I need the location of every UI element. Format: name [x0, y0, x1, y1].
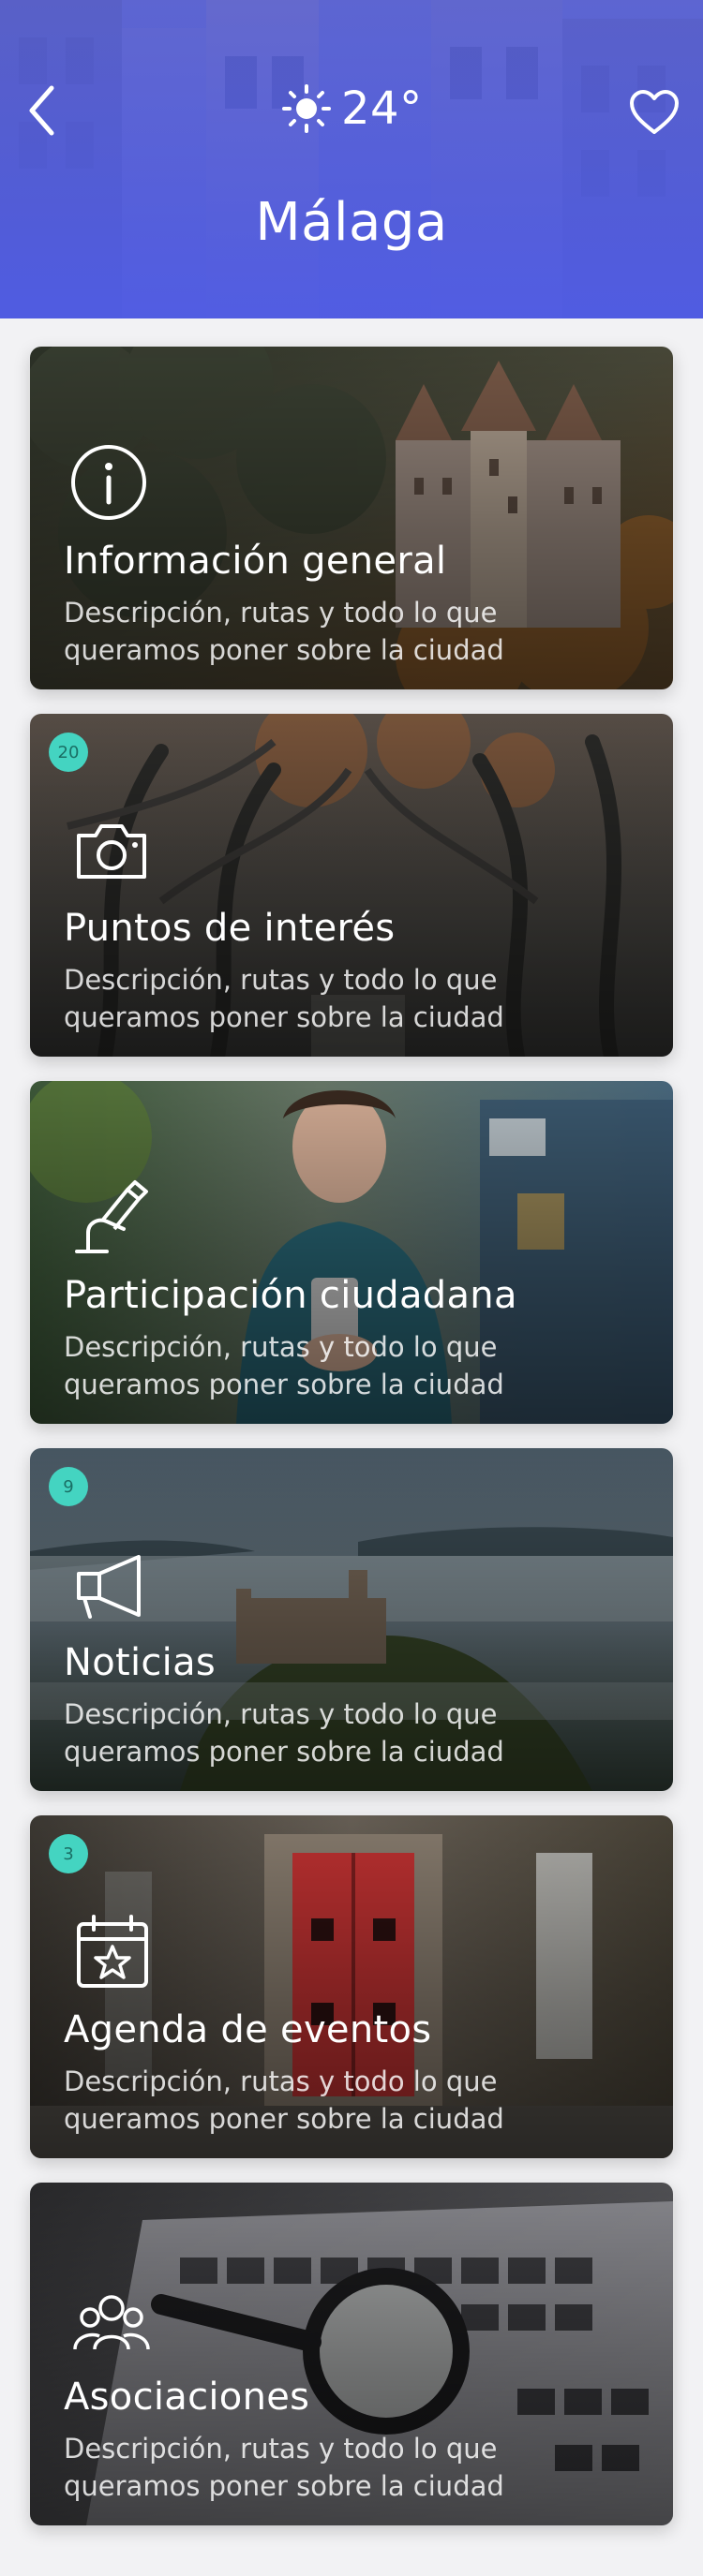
card-citizen-participation[interactable]: Participación ciudadana Descripción, rut…: [30, 1081, 673, 1424]
card-points-of-interest[interactable]: 20 Puntos de interés Descripción, rutas …: [30, 714, 673, 1057]
heart-icon: [630, 90, 679, 134]
card-title: Información general: [64, 540, 447, 583]
chevron-left-icon: [29, 85, 54, 136]
card-description: Descripción, rutas y todo lo que queramo…: [64, 964, 504, 1033]
card-title: Asociaciones: [64, 2376, 310, 2419]
page-title: Málaga: [255, 192, 448, 253]
favorite-button[interactable]: [626, 84, 682, 141]
info-icon: [71, 445, 146, 520]
card-title: Puntos de interés: [64, 907, 396, 950]
notification-badge: 9: [49, 1467, 88, 1506]
camera-icon: [77, 824, 146, 879]
people-group-icon: [73, 2295, 150, 2350]
card-associations[interactable]: Asociaciones Descripción, rutas y todo l…: [30, 2183, 673, 2525]
sun-icon: [282, 84, 331, 133]
calendar-star-icon: [77, 1915, 148, 1988]
card-news[interactable]: 9 Noticias Descripción, rutas y todo lo …: [30, 1448, 673, 1791]
notification-badge: 3: [49, 1834, 88, 1873]
card-general-information[interactable]: Información general Descripción, rutas y…: [30, 347, 673, 689]
card-title: Agenda de eventos: [64, 2008, 432, 2051]
header-tint: [0, 0, 703, 318]
notification-badge: 20: [49, 733, 88, 772]
card-events-calendar[interactable]: 3 Agenda de eventos Descripción, rutas y…: [30, 1815, 673, 2158]
weather-indicator: 24°: [281, 79, 423, 139]
city-header: 24° Málaga: [0, 0, 703, 318]
card-description: Descripción, rutas y todo lo que queramo…: [64, 1331, 504, 1400]
megaphone-icon: [77, 1555, 141, 1619]
card-description: Descripción, rutas y todo lo que queramo…: [64, 2433, 504, 2502]
card-description: Descripción, rutas y todo lo que queramo…: [64, 2065, 504, 2135]
card-description: Descripción, rutas y todo lo que queramo…: [64, 1698, 504, 1768]
back-button[interactable]: [21, 82, 62, 139]
card-title: Participación ciudadana: [64, 1274, 517, 1317]
temperature-text: 24°: [341, 82, 423, 135]
card-description: Descripción, rutas y todo lo que queramo…: [64, 597, 504, 666]
card-title: Noticias: [64, 1641, 217, 1684]
pen-hand-icon: [75, 1180, 148, 1253]
